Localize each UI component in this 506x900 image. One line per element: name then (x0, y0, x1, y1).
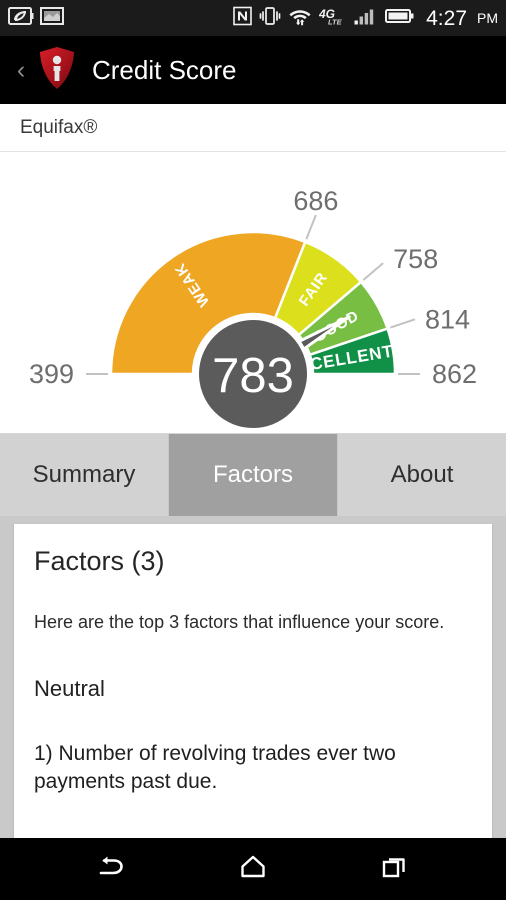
factors-intro-text: Here are the top 3 factors that influenc… (34, 612, 445, 632)
status-time: 4:27 (426, 6, 467, 30)
vibrate-icon (259, 6, 281, 31)
status-bar-right-icons: 4G LTE 4:27 PM (233, 6, 498, 31)
status-bar-left-icons (8, 6, 64, 31)
page-title: Credit Score (92, 54, 237, 85)
factors-card: Factors (3) Here are the top 3 factors t… (14, 524, 492, 838)
signal-bars-icon (354, 6, 378, 31)
gauge-tick-line-814 (390, 318, 416, 329)
tab-about-label: About (390, 461, 454, 488)
gauge-tick-label-814: 814 (425, 304, 470, 334)
battery-icon (385, 6, 415, 31)
gauge-svg: WEAKFAIRGOODEXCELLENT399686758814862783 (29, 186, 477, 432)
nav-home-button[interactable] (222, 845, 284, 893)
bureau-row: Equifax® (0, 104, 506, 152)
content-area[interactable]: Factors (3) Here are the top 3 factors t… (0, 516, 506, 838)
recents-icon (380, 853, 410, 886)
app-screen: 4G LTE 4:27 PM ‹ Credit Score Equifax® W… (0, 0, 506, 900)
gauge-tick-label-399: 399 (29, 359, 74, 389)
home-icon (238, 853, 268, 886)
gauge-tick-label-686: 686 (293, 186, 338, 216)
gauge-tick-line-686 (305, 214, 317, 240)
android-nav-bar (0, 838, 506, 900)
screenshot-icon (40, 6, 64, 31)
factor-rating-label: Neutral (34, 675, 105, 701)
tab-about[interactable]: About (338, 434, 506, 516)
nav-recents-button[interactable] (364, 845, 426, 893)
tab-summary-label: Summary (32, 461, 136, 488)
gauge-tick-label-758: 758 (393, 244, 438, 274)
tab-factors-label: Factors (212, 461, 293, 488)
gauge-tick-line-758 (362, 262, 384, 281)
factor-list-item: 1) Number of revolving trades ever two p… (34, 741, 396, 793)
factors-heading: Factors (3) (34, 546, 165, 576)
status-bar: 4G LTE 4:27 PM (0, 0, 506, 36)
tab-factors[interactable]: Factors (169, 434, 338, 516)
shield-i-logo-icon (36, 45, 78, 96)
bureau-name: Equifax® (20, 116, 98, 138)
back-chevron-icon[interactable]: ‹ (8, 57, 34, 83)
status-ampm: PM (477, 10, 498, 26)
back-icon (95, 853, 127, 886)
svg-text:LTE: LTE (328, 17, 343, 26)
wifi-icon (288, 6, 312, 31)
gauge-tick-label-862: 862 (432, 359, 477, 389)
nfc-icon (233, 6, 252, 31)
nav-back-button[interactable] (80, 845, 142, 893)
tab-bar: Summary Factors About (0, 434, 506, 516)
eco-battery-icon (8, 6, 34, 31)
credit-score-gauge: WEAKFAIRGOODEXCELLENT399686758814862783 (0, 152, 506, 434)
app-header: ‹ Credit Score (0, 36, 506, 104)
4glte-icon: 4G LTE (318, 6, 347, 31)
tab-summary[interactable]: Summary (0, 434, 169, 516)
gauge-score-value: 783 (212, 349, 294, 403)
